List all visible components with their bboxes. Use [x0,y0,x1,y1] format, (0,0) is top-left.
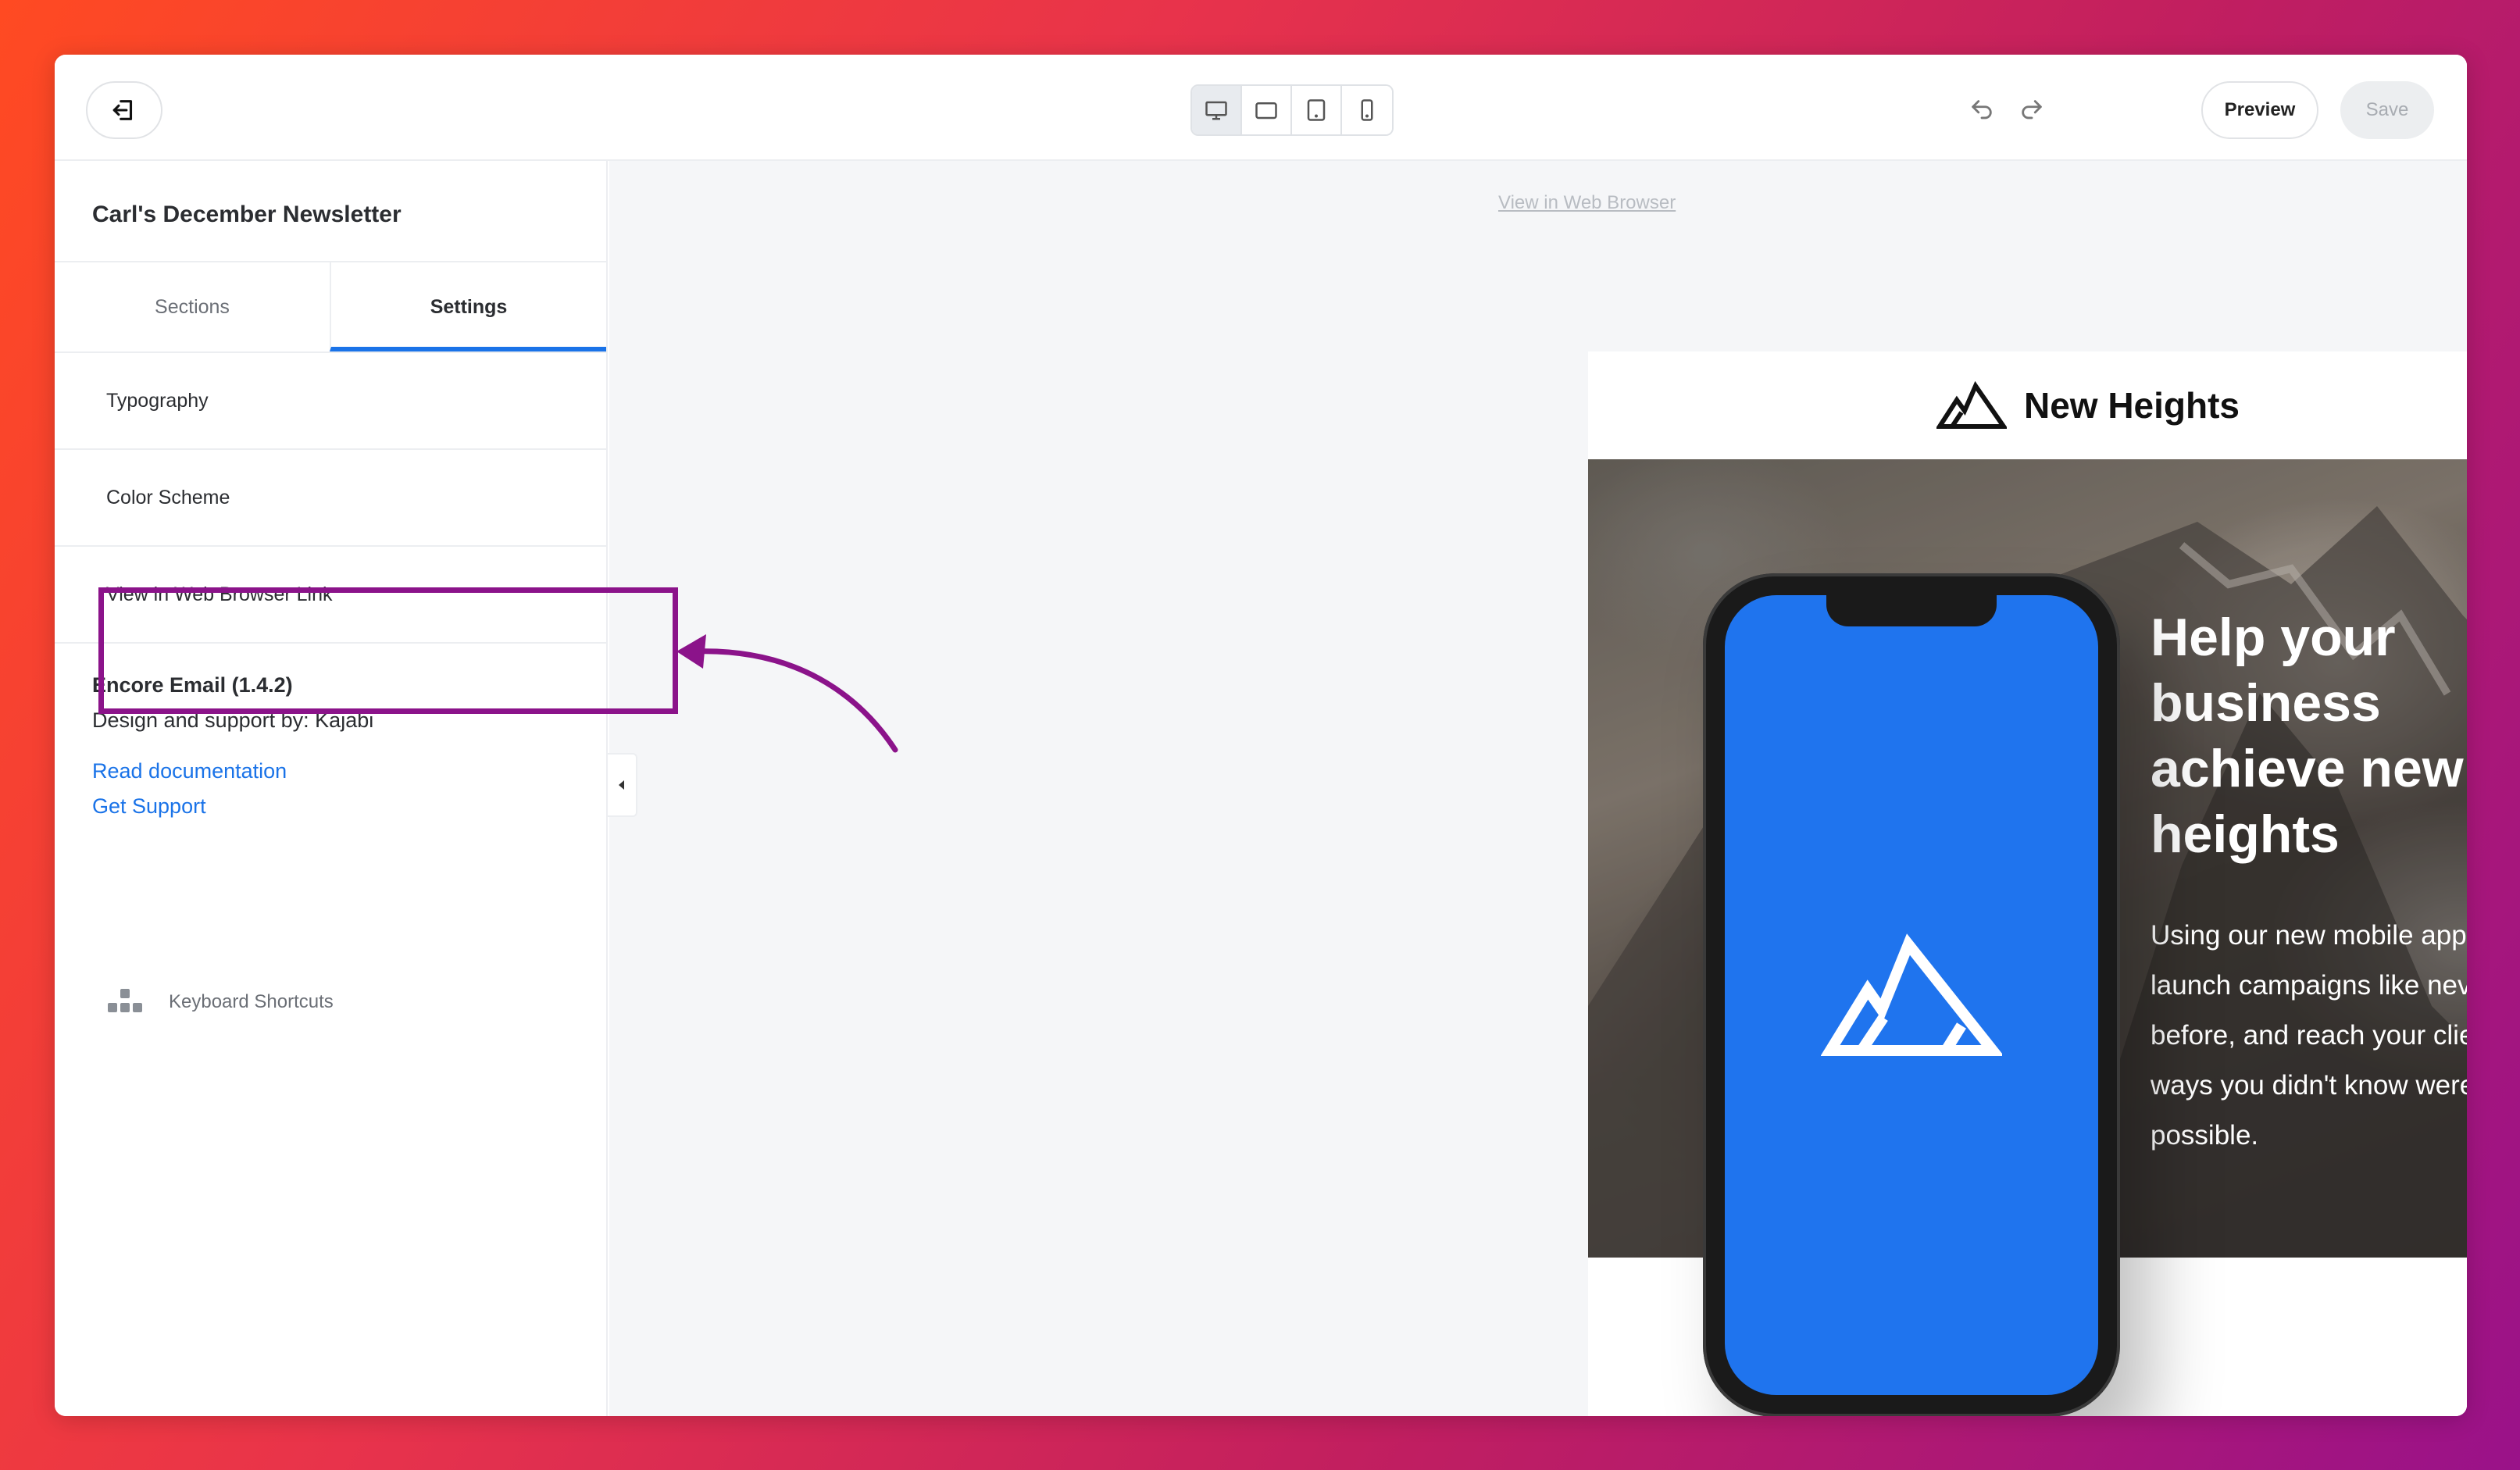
exit-icon [112,100,133,120]
theme-name: Encore Email (1.4.2) [92,673,293,697]
mobile-view-button[interactable] [1342,86,1392,134]
app-logo-icon [1821,933,2002,1056]
settings-item-typography[interactable]: Typography [55,353,606,450]
tablet-portrait-view-button[interactable] [1292,86,1342,134]
email-header: New Heights [1588,351,2467,459]
mobile-icon [1361,99,1373,121]
editor-window: Preview Save Carl's December Newsletter … [55,55,2467,1416]
preview-button[interactable]: Preview [2201,81,2318,139]
phone-mockup [1703,573,2120,1416]
sidebar-tabs: Sections Settings [55,262,606,353]
read-documentation-link[interactable]: Read documentation [92,759,606,783]
device-switcher [1190,84,1394,136]
redo-button[interactable] [2014,92,2050,128]
hero-text: Using our new mobile app, launch campaig… [2151,920,2467,1151]
newsletter-title: Carl's December Newsletter [55,161,606,262]
phone-screen [1725,595,2098,1395]
tab-settings[interactable]: Settings [330,262,606,351]
top-toolbar: Preview Save [55,55,2467,161]
brand-name: New Heights [2023,385,2240,426]
desktop-view-button[interactable] [1192,86,1242,134]
keyboard-icon [108,989,142,1012]
tablet-landscape-view-button[interactable] [1242,86,1292,134]
desktop-icon [1205,101,1227,120]
keyboard-shortcuts-button[interactable]: Keyboard Shortcuts [106,989,334,1015]
tab-sections[interactable]: Sections [55,262,330,351]
exit-button[interactable] [86,81,162,139]
get-support-link[interactable]: Get Support [92,794,606,819]
mountain-logo-icon [1936,381,2007,429]
email-canvas: View in Web Browser New Heights Help you… [609,161,2467,1416]
sidebar: Carl's December Newsletter Sections Sett… [55,161,608,1416]
theme-info: Encore Email (1.4.2) Design and support … [55,644,606,819]
collapse-sidebar-button[interactable] [608,753,637,817]
theme-support: Design and support by: Kajabi [92,708,374,732]
tablet-portrait-icon [1307,99,1326,121]
redo-icon [2022,100,2042,120]
undo-icon [1972,100,1992,120]
hero-title: Help your business achieve new heights [2151,608,2464,864]
settings-item-color-scheme[interactable]: Color Scheme [55,450,606,547]
settings-item-view-in-web-browser-link[interactable]: View in Web Browser Link [55,547,606,644]
phone-notch [1826,595,1997,626]
keyboard-shortcuts-label: Keyboard Shortcuts [169,991,334,1012]
view-in-web-browser-link[interactable]: View in Web Browser [1498,192,1676,214]
caret-left-icon [619,780,624,790]
save-button[interactable]: Save [2340,81,2434,139]
tablet-landscape-icon [1255,102,1277,120]
arrow-annotation [676,634,898,753]
undo-button[interactable] [1964,92,2000,128]
